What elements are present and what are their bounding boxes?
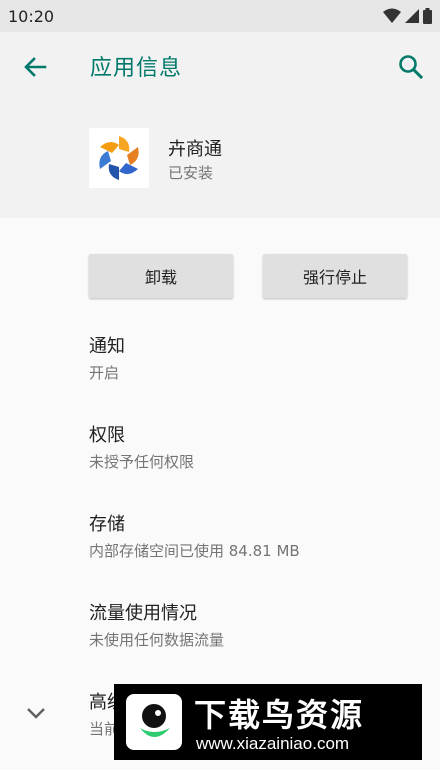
battery-icon — [423, 8, 432, 24]
pref-title: 存储 — [89, 514, 125, 535]
app-status: 已安装 — [168, 164, 214, 182]
status-icons — [383, 8, 432, 24]
page-title: 应用信息 — [90, 56, 183, 81]
chevron-down-icon[interactable] — [23, 700, 49, 726]
watermark-title: 下载鸟资源 — [194, 696, 365, 734]
pref-permissions[interactable]: 权限 未授予任何权限 — [89, 421, 419, 472]
app-bar: 应用信息 — [0, 32, 440, 100]
pref-title: 通知 — [89, 336, 125, 357]
pref-summary: 未使用任何数据流量 — [89, 631, 225, 649]
status-time: 10:20 — [8, 6, 55, 26]
watermark-overlay: 下载鸟资源 www.xiazainiao.com — [114, 684, 422, 760]
arrow-back-icon[interactable] — [20, 52, 50, 82]
pref-summary: 开启 — [89, 364, 120, 382]
search-icon[interactable] — [396, 52, 426, 82]
pref-summary: 未授予任何权限 — [89, 453, 195, 471]
wifi-icon — [383, 8, 401, 23]
app-icon[interactable] — [89, 128, 149, 188]
force-stop-label: 强行停止 — [302, 268, 367, 287]
pref-title: 权限 — [89, 425, 125, 446]
uninstall-label: 卸载 — [144, 268, 177, 287]
pref-title: 流量使用情况 — [89, 603, 197, 624]
status-bar: 10:20 — [0, 0, 440, 32]
watermark-url: www.xiazainiao.com — [196, 734, 350, 753]
uninstall-button[interactable]: 卸载 — [89, 254, 233, 298]
force-stop-button[interactable]: 强行停止 — [263, 254, 407, 298]
cellular-signal-icon — [405, 9, 419, 23]
bird-logo-icon — [126, 694, 182, 750]
app-name: 卉商通 — [168, 139, 222, 160]
app-header: 卉商通 已安装 — [0, 100, 440, 218]
pref-summary: 内部存储空间已使用 84.81 MB — [89, 542, 300, 560]
pref-notifications[interactable]: 通知 开启 — [89, 332, 419, 383]
pref-storage[interactable]: 存储 内部存储空间已使用 84.81 MB — [89, 510, 419, 561]
pref-data-usage[interactable]: 流量使用情况 未使用任何数据流量 — [89, 599, 419, 650]
app-logo-icon — [99, 136, 139, 180]
